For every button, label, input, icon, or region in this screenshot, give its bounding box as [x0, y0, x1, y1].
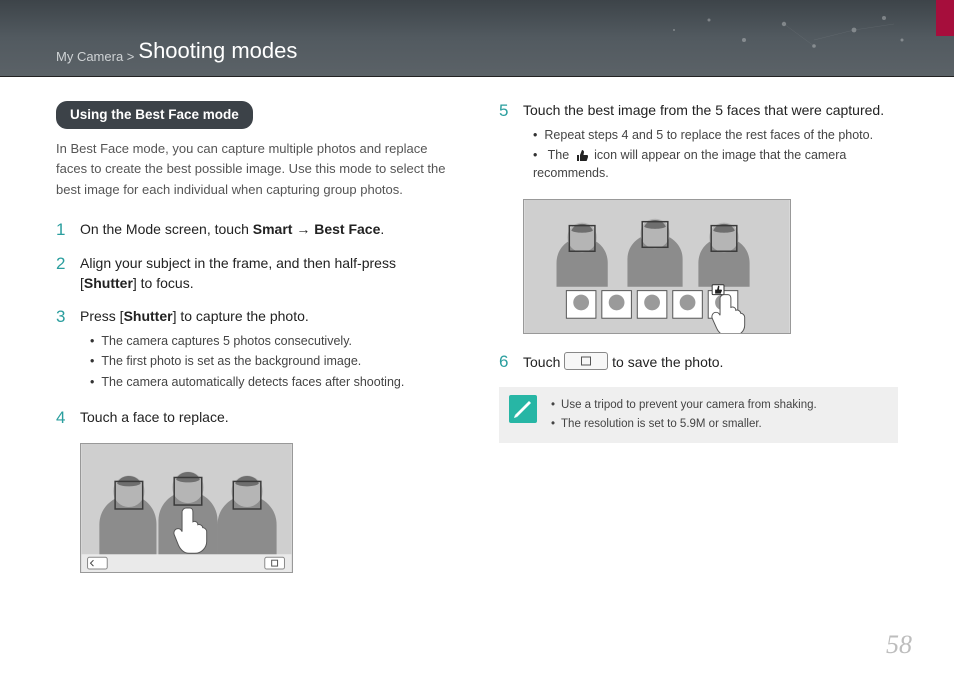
- text: The: [548, 148, 573, 162]
- step-5-bullets: Repeat steps 4 and 5 to replace the rest…: [523, 127, 898, 183]
- step-number: 5: [499, 101, 513, 121]
- text: to save the photo.: [612, 354, 723, 370]
- step-number: 3: [56, 307, 70, 327]
- step-1: 1 On the Mode screen, touch Smart → Best…: [56, 220, 455, 240]
- bold: Smart: [253, 221, 293, 237]
- content-area: Using the Best Face mode In Best Face mo…: [0, 77, 954, 591]
- step-3-bullets: The camera captures 5 photos consecutive…: [80, 333, 455, 392]
- page-title: Shooting modes: [138, 38, 297, 64]
- text: Press [: [80, 308, 124, 324]
- step-number: 6: [499, 352, 513, 372]
- step-6: 6 Touch to save the photo.: [499, 352, 898, 373]
- breadcrumb-parent: My Camera >: [56, 49, 134, 64]
- thumbs-up-icon: [575, 149, 589, 162]
- step-body: Touch the best image from the 5 faces th…: [523, 101, 898, 185]
- step-body: Align your subject in the frame, and the…: [80, 254, 455, 293]
- figure-five-faces: [523, 199, 791, 334]
- right-column: 5 Touch the best image from the 5 faces …: [499, 101, 898, 591]
- text: ] to capture the photo.: [173, 308, 309, 324]
- text: .: [380, 221, 384, 237]
- save-icon-button: [564, 352, 608, 370]
- header-decor: [654, 10, 914, 60]
- bullet: The camera captures 5 photos consecutive…: [90, 333, 455, 351]
- step-body: Press [Shutter] to capture the photo. Th…: [80, 307, 455, 394]
- step-2: 2 Align your subject in the frame, and t…: [56, 254, 455, 293]
- step-4: 4 Touch a face to replace.: [56, 408, 455, 428]
- tip-box: Use a tripod to prevent your camera from…: [499, 387, 898, 444]
- bullet: Repeat steps 4 and 5 to replace the rest…: [533, 127, 898, 145]
- intro-text: In Best Face mode, you can capture multi…: [56, 139, 455, 199]
- text: →: [292, 221, 314, 237]
- figure-touch-face: [80, 443, 293, 573]
- text: On the Mode screen, touch: [80, 221, 253, 237]
- bold: Best Face: [314, 221, 380, 237]
- step-number: 1: [56, 220, 70, 240]
- step-number: 4: [56, 408, 70, 428]
- step-body: Touch to save the photo.: [523, 352, 898, 373]
- note-icon: [509, 395, 537, 423]
- bold: Shutter: [124, 308, 173, 324]
- step-3: 3 Press [Shutter] to capture the photo. …: [56, 307, 455, 394]
- page-header: My Camera > Shooting modes: [0, 0, 954, 76]
- step-body: On the Mode screen, touch Smart → Best F…: [80, 220, 455, 240]
- bullet: The first photo is set as the background…: [90, 353, 455, 371]
- page-number: 58: [886, 630, 912, 660]
- bullet: The icon will appear on the image that t…: [533, 147, 898, 182]
- step-5: 5 Touch the best image from the 5 faces …: [499, 101, 898, 185]
- header-tab-accent: [936, 0, 954, 36]
- section-heading: Using the Best Face mode: [56, 101, 253, 129]
- text: Touch: [523, 354, 564, 370]
- step-number: 2: [56, 254, 70, 274]
- left-column: Using the Best Face mode In Best Face mo…: [56, 101, 455, 591]
- text: Touch the best image from the 5 faces th…: [523, 102, 884, 118]
- step-body: Touch a face to replace.: [80, 408, 455, 428]
- bullet: The camera automatically detects faces a…: [90, 374, 455, 392]
- bold: Shutter: [84, 275, 133, 291]
- tip-item: The resolution is set to 5.9M or smaller…: [551, 416, 817, 433]
- tip-item: Use a tripod to prevent your camera from…: [551, 397, 817, 414]
- tip-list: Use a tripod to prevent your camera from…: [551, 395, 817, 436]
- text: ] to focus.: [133, 275, 194, 291]
